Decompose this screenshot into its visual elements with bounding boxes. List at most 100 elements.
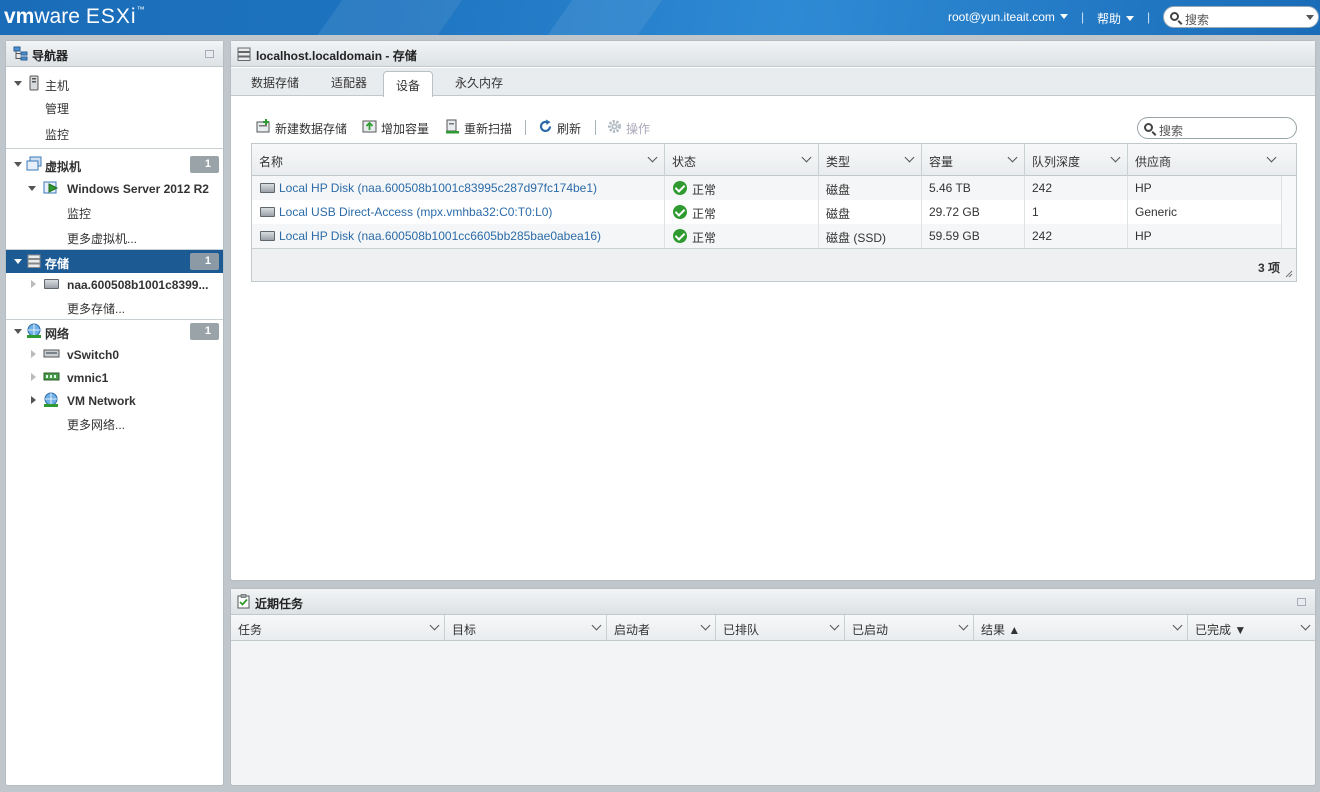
cell-name[interactable]: Local HP Disk (naa.600508b1001cc6605bb28…	[252, 224, 665, 248]
column-target[interactable]: 目标	[445, 615, 607, 641]
global-search-input[interactable]: 搜索	[1163, 6, 1319, 28]
cell-vendor: Generic	[1128, 200, 1281, 224]
column-label: 供应商	[1135, 155, 1172, 169]
nav-vmnic1[interactable]: vmnic1	[6, 366, 223, 389]
column-result[interactable]: 结果 ▲	[974, 615, 1188, 641]
nav-storage-label: 存储	[45, 257, 70, 271]
chevron-down-icon[interactable]	[647, 152, 658, 163]
expand-icon[interactable]	[28, 186, 36, 191]
expand-icon[interactable]	[14, 81, 22, 86]
chevron-down-icon[interactable]	[1266, 152, 1277, 163]
chevron-down-icon[interactable]	[829, 620, 840, 631]
cell-name[interactable]: Local USB Direct-Access (mpx.vmhba32:C0:…	[252, 200, 665, 224]
column-vendor[interactable]: 供应商	[1128, 144, 1296, 176]
type-text: 磁盘	[826, 183, 851, 197]
tab-datastores[interactable]: 数据存储	[251, 74, 299, 91]
refresh-button[interactable]: 刷新	[538, 119, 581, 137]
column-task[interactable]: 任务	[231, 615, 445, 641]
tab-persistent-memory[interactable]: 永久内存	[455, 74, 503, 91]
collapse-tasks-button[interactable]	[1297, 598, 1306, 606]
column-type[interactable]: 类型	[819, 144, 922, 176]
device-name-link[interactable]: Local HP Disk (naa.600508b1001c83995c287…	[279, 181, 597, 195]
column-started[interactable]: 已启动	[845, 615, 974, 641]
cell-type: 磁盘	[819, 176, 922, 200]
device-search-input[interactable]: 搜索	[1137, 117, 1297, 139]
navigator-icon	[13, 46, 28, 61]
chevron-down-icon[interactable]	[700, 620, 711, 631]
powered-on-vm-icon	[43, 181, 59, 194]
nav-divider	[6, 148, 223, 149]
new-datastore-button[interactable]: 新建数据存储	[256, 119, 347, 137]
table-row[interactable]: Local HP Disk (naa.600508b1001c83995c287…	[252, 176, 1281, 200]
nav-storage[interactable]: 存储 1	[6, 250, 223, 273]
nav-vms[interactable]: 虚拟机 1	[6, 153, 223, 176]
nav-more-networks[interactable]: 更多网络...	[6, 411, 223, 434]
tab-adapters[interactable]: 适配器	[331, 74, 367, 91]
table-row[interactable]: Local USB Direct-Access (mpx.vmhba32:C0:…	[252, 200, 1281, 224]
collapse-navigator-button[interactable]	[205, 50, 214, 58]
expand-icon[interactable]	[31, 373, 36, 381]
increase-capacity-label: 增加容量	[381, 122, 430, 136]
device-name-link[interactable]: Local USB Direct-Access (mpx.vmhba32:C0:…	[279, 205, 552, 219]
table-header: 名称 状态 类型 容量 队列深度 供应商	[252, 144, 1296, 176]
column-capacity[interactable]: 容量	[922, 144, 1025, 176]
chevron-down-icon[interactable]	[958, 620, 969, 631]
table-scrollbar[interactable]	[1281, 176, 1296, 248]
nav-network[interactable]: 网络 1	[6, 320, 223, 343]
chevron-down-icon[interactable]	[1300, 620, 1311, 631]
capacity-text: 59.59 GB	[929, 229, 980, 243]
cell-status: 正常	[665, 224, 819, 248]
chevron-down-icon[interactable]	[1110, 152, 1121, 163]
nav-vm-monitor[interactable]: 监控	[6, 200, 223, 223]
nav-more-networks-label: 更多网络...	[67, 418, 126, 432]
column-name[interactable]: 名称	[252, 144, 665, 176]
nav-storage-device[interactable]: naa.600508b1001c8399...	[6, 273, 223, 296]
expand-icon[interactable]	[14, 259, 22, 264]
user-menu[interactable]: root@yun.iteait.com	[948, 10, 1068, 24]
chevron-down-icon[interactable]	[591, 620, 602, 631]
chevron-down-icon[interactable]	[904, 152, 915, 163]
cell-queue-depth: 1	[1025, 200, 1128, 224]
expand-icon[interactable]	[31, 396, 36, 404]
table-row[interactable]: Local HP Disk (naa.600508b1001cc6605bb28…	[252, 224, 1281, 248]
rescan-button[interactable]: 重新扫描	[445, 119, 512, 137]
column-queued[interactable]: 已排队	[716, 615, 845, 641]
nav-host-monitor[interactable]: 监控	[6, 121, 223, 144]
column-initiator[interactable]: 启动者	[607, 615, 716, 641]
search-placeholder: 搜索	[1159, 124, 1184, 138]
expand-icon[interactable]	[14, 162, 22, 167]
nav-vswitch0[interactable]: vSwitch0	[6, 343, 223, 366]
expand-icon[interactable]	[31, 280, 36, 288]
nav-vm-network[interactable]: VM Network	[6, 389, 223, 412]
cell-name[interactable]: Local HP Disk (naa.600508b1001c83995c287…	[252, 176, 665, 200]
actions-button[interactable]: 操作	[607, 120, 650, 137]
chevron-down-icon[interactable]	[1007, 152, 1018, 163]
expand-icon[interactable]	[14, 329, 22, 334]
chevron-down-icon[interactable]	[429, 620, 440, 631]
increase-capacity-button[interactable]: 增加容量	[362, 120, 429, 137]
nav-more-vms-label: 更多虚拟机...	[67, 232, 138, 246]
nav-more-storage[interactable]: 更多存储...	[6, 295, 223, 318]
tab-devices[interactable]: 设备	[383, 71, 434, 97]
nav-more-vms[interactable]: 更多虚拟机...	[6, 225, 223, 248]
column-queue-depth[interactable]: 队列深度	[1025, 144, 1128, 176]
chevron-down-icon[interactable]	[1172, 620, 1183, 631]
column-status[interactable]: 状态	[665, 144, 819, 176]
nav-vm-windows-server[interactable]: Windows Server 2012 R2	[6, 177, 223, 200]
column-completed[interactable]: 已完成 ▼	[1188, 615, 1315, 641]
top-bar: vmware ESXi™ root@yun.iteait.com | 帮助 | 搜…	[0, 0, 1320, 35]
resize-handle-icon[interactable]	[1285, 270, 1293, 278]
chevron-down-icon[interactable]	[801, 152, 812, 163]
queue-depth-text: 242	[1032, 181, 1053, 195]
help-menu[interactable]: 帮助	[1097, 10, 1135, 27]
chevron-down-icon[interactable]	[1306, 15, 1314, 20]
chevron-down-icon	[1126, 16, 1135, 21]
actions-label: 操作	[626, 122, 651, 136]
nav-vm-monitor-label: 监控	[67, 207, 92, 221]
nav-host[interactable]: 主机	[6, 72, 223, 95]
device-name-link[interactable]: Local HP Disk (naa.600508b1001cc6605bb28…	[279, 229, 601, 243]
network-icon	[27, 323, 41, 338]
status-ok-icon	[673, 205, 687, 219]
nav-host-manage[interactable]: 管理	[6, 95, 223, 118]
expand-icon[interactable]	[31, 350, 36, 358]
